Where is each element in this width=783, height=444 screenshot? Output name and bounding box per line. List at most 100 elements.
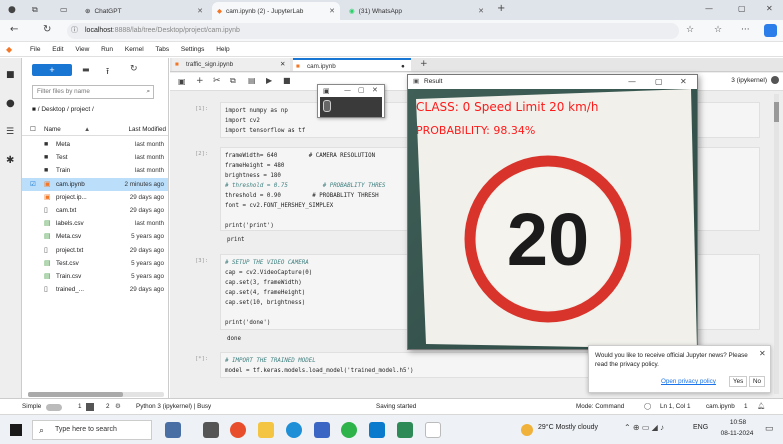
close-icon[interactable]: ✕ bbox=[197, 7, 203, 15]
paste-icon[interactable]: ▤ bbox=[248, 76, 256, 85]
close-icon[interactable]: ✕ bbox=[759, 349, 766, 358]
stop-icon[interactable]: ■ bbox=[283, 76, 291, 85]
chrome-icon[interactable] bbox=[230, 422, 246, 438]
bell-icon[interactable]: 🔔︎ bbox=[757, 399, 765, 415]
close-icon[interactable]: ● bbox=[401, 60, 405, 73]
tab-chatgpt[interactable]: ⊛ ChatGPT ✕ bbox=[80, 2, 208, 20]
copilot-icon[interactable] bbox=[764, 24, 777, 37]
notification-center-icon[interactable]: ▭ bbox=[765, 423, 774, 434]
clock-date[interactable]: 08-11-2024 bbox=[714, 430, 760, 437]
file-row[interactable]: ■ Train last month bbox=[22, 164, 168, 177]
file-row[interactable]: ▯ project.txt 29 days ago bbox=[22, 244, 168, 257]
menu-run[interactable]: Run bbox=[101, 46, 113, 53]
save-icon[interactable]: ▣ bbox=[178, 77, 186, 86]
refresh-files-icon[interactable]: ↻ bbox=[130, 64, 138, 74]
upload-icon[interactable]: ⭱ bbox=[106, 64, 109, 80]
add-cell-icon[interactable]: + bbox=[196, 76, 204, 86]
run-icon[interactable]: ▶ bbox=[266, 76, 272, 85]
horizontal-scrollbar[interactable] bbox=[28, 392, 164, 397]
file-row[interactable]: ▤ Meta.csv 5 years ago bbox=[22, 230, 168, 243]
tab-jupyter[interactable]: ◆ cam.ipynb (2) - JupyterLab ✕ bbox=[212, 2, 340, 20]
filter-input[interactable]: Filter files by name ⌕ bbox=[32, 85, 154, 99]
result-window[interactable]: ▣ Result — ▢ ✕ 20 CLASS: 0 Speed Limit 2… bbox=[407, 74, 698, 350]
menu-file[interactable]: File bbox=[30, 46, 40, 53]
file-explorer-icon[interactable] bbox=[258, 422, 274, 438]
vscode-icon[interactable] bbox=[369, 422, 385, 438]
profile-icon[interactable]: ● bbox=[8, 5, 16, 15]
close-icon[interactable]: ✕ bbox=[478, 7, 484, 15]
minimize-icon[interactable]: — bbox=[705, 4, 713, 13]
result-titlebar[interactable]: ▣ Result — ▢ ✕ bbox=[408, 75, 697, 89]
copy-icon[interactable]: ⧉ bbox=[230, 76, 236, 86]
close-icon[interactable]: ✕ bbox=[680, 75, 687, 89]
file-row[interactable]: ■ Test last month bbox=[22, 151, 168, 164]
home-icon[interactable]: ■ bbox=[32, 106, 36, 113]
workspaces-icon[interactable]: ⧉ bbox=[32, 5, 38, 15]
checkbox-icon[interactable]: ☑ bbox=[30, 178, 36, 191]
menu-tabs[interactable]: Tabs bbox=[155, 46, 169, 53]
running-icon[interactable]: ● bbox=[6, 98, 15, 109]
vertical-scrollbar[interactable] bbox=[774, 94, 779, 394]
no-button[interactable]: No bbox=[749, 376, 766, 387]
close-window-icon[interactable]: ✕ bbox=[766, 4, 773, 13]
scrollbar-thumb[interactable] bbox=[774, 102, 779, 122]
cut-icon[interactable]: ✂ bbox=[213, 76, 221, 86]
maximize-icon[interactable]: ▢ bbox=[738, 4, 746, 13]
small-opencv-window[interactable]: ▣ — ▢ ✕ bbox=[317, 84, 385, 118]
taskbar-search[interactable]: ⌕ Type here to search bbox=[32, 420, 152, 440]
tab-whatsapp[interactable]: ◉ (31) WhatsApp ✕ bbox=[344, 2, 489, 20]
notification-count[interactable]: 1 bbox=[744, 399, 748, 415]
tab-cam[interactable]: ■ cam.ipynb ● bbox=[293, 58, 411, 71]
maximize-icon[interactable]: ▢ bbox=[358, 86, 365, 94]
cursor-position[interactable]: Ln 1, Col 1 bbox=[660, 399, 690, 415]
menu-view[interactable]: View bbox=[75, 46, 89, 53]
menu-edit[interactable]: Edit bbox=[52, 46, 63, 53]
folder-icon[interactable]: ■ bbox=[6, 70, 15, 80]
new-launcher-button[interactable]: + bbox=[32, 64, 72, 76]
notepad-icon[interactable] bbox=[425, 422, 441, 438]
minimize-icon[interactable]: — bbox=[344, 86, 351, 94]
file-row[interactable]: ▤ Test.csv 5 years ago bbox=[22, 257, 168, 270]
scrollbar-thumb[interactable] bbox=[28, 392, 123, 397]
terminal-count[interactable]: 1 bbox=[78, 399, 82, 415]
close-icon[interactable]: ✕ bbox=[372, 86, 378, 94]
spotify-icon[interactable] bbox=[341, 422, 357, 438]
select-all-checkbox[interactable]: ☐ bbox=[30, 123, 36, 136]
tab-actions-icon[interactable]: ▭ bbox=[60, 5, 68, 14]
file-row[interactable]: ▤ labels.csv last month bbox=[22, 217, 168, 230]
yes-button[interactable]: Yes bbox=[729, 376, 748, 387]
privacy-policy-link[interactable]: Open privacy policy bbox=[661, 378, 716, 385]
close-icon[interactable]: ✕ bbox=[329, 7, 335, 15]
favorites-bar-icon[interactable]: ☆ bbox=[714, 25, 722, 35]
clock-time[interactable]: 10:58 bbox=[720, 419, 756, 426]
file-row[interactable]: ▯ cam.txt 29 days ago bbox=[22, 204, 168, 217]
simple-mode-toggle[interactable] bbox=[46, 404, 62, 411]
modified-column-header[interactable]: Last Modified bbox=[129, 123, 166, 136]
file-row[interactable]: ▣ project.ip... 29 days ago bbox=[22, 191, 168, 204]
back-icon[interactable]: ← bbox=[10, 24, 18, 35]
name-column-header[interactable]: Name bbox=[44, 123, 61, 136]
file-row[interactable]: ■ Meta last month bbox=[22, 138, 168, 151]
breadcrumb-path[interactable]: / Desktop / project / bbox=[38, 106, 94, 113]
edge-icon[interactable] bbox=[286, 422, 302, 438]
new-folder-icon[interactable]: ▬ bbox=[82, 65, 90, 74]
url-field[interactable]: ⓘ localhost:8888/lab/tree/Desktop/projec… bbox=[67, 23, 679, 39]
refresh-icon[interactable]: ↻ bbox=[43, 24, 51, 35]
new-tab-icon[interactable]: + bbox=[420, 59, 428, 69]
favorite-icon[interactable]: ☆ bbox=[686, 25, 694, 35]
minimize-icon[interactable]: — bbox=[628, 75, 636, 89]
extension-icon[interactable]: ✱ bbox=[6, 155, 14, 166]
more-icon[interactable]: ··· bbox=[741, 25, 750, 35]
file-row[interactable]: ☑ ▣ cam.ipynb 2 minutes ago bbox=[22, 177, 168, 191]
new-tab-button[interactable]: + bbox=[497, 3, 505, 14]
excel-icon[interactable] bbox=[397, 422, 413, 438]
kernel-name[interactable]: 3 (ipykernel) bbox=[731, 77, 767, 84]
kernel-count[interactable]: 2 bbox=[106, 399, 110, 415]
tab-traffic-sign[interactable]: ■ traffic_sign.ipynb ✕ bbox=[172, 58, 290, 71]
menu-settings[interactable]: Settings bbox=[181, 46, 205, 53]
windows-start-icon[interactable] bbox=[10, 424, 22, 436]
close-icon[interactable]: ✕ bbox=[280, 58, 285, 71]
weather-text[interactable]: 29°C Mostly cloudy bbox=[538, 424, 598, 431]
tray-icons[interactable]: ⌃ ⊕ ▭ ◢ ♪ bbox=[624, 423, 664, 432]
app-pinned-icon[interactable] bbox=[165, 422, 181, 438]
